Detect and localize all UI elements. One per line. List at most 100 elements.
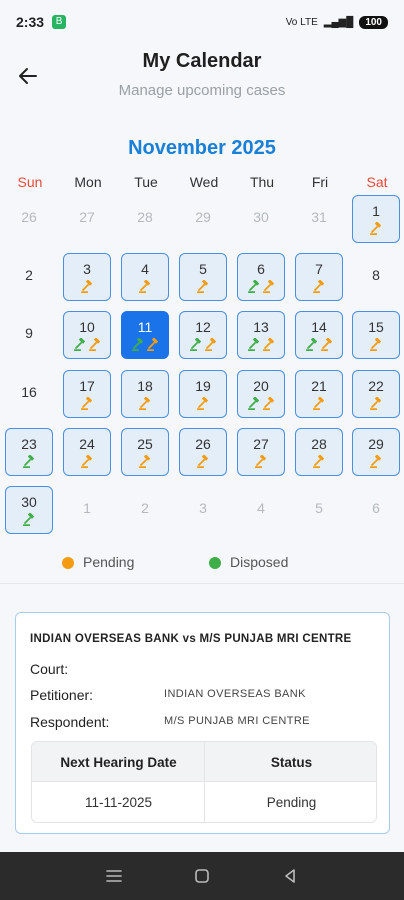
day-number: 17 [79, 378, 95, 394]
court-label: Court: [30, 661, 69, 677]
pending-gavel-icon [262, 338, 274, 351]
calendar-day[interactable]: 15 [352, 311, 400, 359]
event-markers [80, 397, 94, 411]
calendar-day[interactable]: 26 [179, 428, 227, 476]
disposed-gavel-icon [247, 397, 259, 410]
divider [0, 583, 404, 584]
day-number: 1 [372, 203, 380, 219]
calendar-day: 5 [295, 486, 343, 534]
calendar-day[interactable]: 12 [179, 311, 227, 359]
calendar-day: 3 [179, 486, 227, 534]
event-markers [254, 455, 268, 469]
next-hearing-date-header: Next Hearing Date [60, 755, 177, 770]
calendar-day: 26 [5, 195, 53, 243]
calendar-day: 16 [5, 370, 53, 418]
calendar-day: 4 [237, 486, 285, 534]
calendar-day[interactable]: 25 [121, 428, 169, 476]
day-number: 9 [25, 325, 33, 341]
disposed-gavel-icon [247, 338, 259, 351]
day-number: 12 [195, 319, 211, 335]
calendar-day[interactable]: 13 [237, 311, 285, 359]
calendar-day[interactable]: 14 [295, 311, 343, 359]
day-number: 10 [79, 319, 95, 335]
weekday-wed: Wed [189, 174, 219, 190]
status-value: Pending [266, 795, 317, 810]
day-number: 31 [311, 209, 327, 225]
calendar-day: 29 [179, 195, 227, 243]
calendar-day: 2 [5, 253, 53, 301]
day-number: 7 [315, 261, 323, 277]
disposed-gavel-icon [247, 280, 259, 293]
calendar-day[interactable]: 5 [179, 253, 227, 301]
pending-gavel-icon [139, 397, 150, 410]
system-back-button[interactable] [278, 864, 302, 888]
event-markers [80, 455, 94, 469]
day-number: 30 [21, 494, 37, 510]
day-number: 29 [368, 436, 384, 452]
case-card[interactable]: INDIAN OVERSEAS BANK vs M/S PUNJAB MRI C… [15, 612, 390, 834]
day-number: 1 [83, 500, 91, 516]
calendar-day[interactable]: 23 [5, 428, 53, 476]
hearing-table: Next Hearing Date Status 11-11-2025 Pend… [31, 741, 377, 823]
pending-gavel-icon [370, 338, 381, 351]
disposed-gavel-icon [23, 513, 34, 526]
calendar-day[interactable]: 24 [63, 428, 111, 476]
home-button[interactable] [190, 864, 214, 888]
weekday-header: Sun Mon Tue Wed Thu Fri Sat [0, 174, 404, 194]
weekday-tue: Tue [134, 174, 158, 190]
pending-gavel-icon [370, 455, 381, 468]
day-number: 26 [195, 436, 211, 452]
petitioner-value: INDIAN OVERSEAS BANK [164, 688, 306, 700]
pending-gavel-icon [370, 222, 381, 235]
month-title[interactable]: November 2025 [0, 137, 404, 160]
calendar-day[interactable]: 21 [295, 370, 343, 418]
legend: Pending Disposed [0, 553, 404, 573]
event-markers [196, 397, 210, 411]
calendar-day[interactable]: 18 [121, 370, 169, 418]
calendar-day[interactable]: 1 [352, 195, 400, 243]
calendar-day[interactable]: 22 [352, 370, 400, 418]
calendar-day[interactable]: 3 [63, 253, 111, 301]
status-header: Status [270, 755, 313, 770]
weekday-sun: Sun [17, 174, 43, 190]
weekday-mon: Mon [74, 174, 102, 190]
day-number: 29 [195, 209, 211, 225]
day-number: 3 [199, 500, 207, 516]
pending-dot-icon [62, 557, 74, 569]
battery-icon: 100 [359, 15, 388, 29]
calendar-day[interactable]: 10 [63, 311, 111, 359]
calendar-day[interactable]: 7 [295, 253, 343, 301]
page-title: My Calendar [142, 50, 262, 72]
calendar-day[interactable]: 4 [121, 253, 169, 301]
disposed-gavel-icon [73, 338, 85, 351]
calendar-day[interactable]: 28 [295, 428, 343, 476]
day-number: 30 [253, 209, 269, 225]
disposed-gavel-icon [305, 338, 317, 351]
disposed-gavel-icon [131, 338, 143, 351]
event-markers [247, 280, 276, 294]
calendar-day[interactable]: 11 [121, 311, 169, 359]
calendar-day[interactable]: 17 [63, 370, 111, 418]
recent-apps-button[interactable] [102, 864, 126, 888]
table-divider [204, 742, 205, 822]
event-markers [73, 338, 102, 352]
day-number: 6 [372, 500, 380, 516]
pending-gavel-icon [204, 338, 216, 351]
event-markers [138, 455, 152, 469]
day-number: 28 [311, 436, 327, 452]
day-number: 27 [79, 209, 95, 225]
day-number: 23 [21, 436, 37, 452]
calendar-day[interactable]: 19 [179, 370, 227, 418]
page-subtitle: Manage upcoming cases [118, 82, 286, 99]
calendar-day[interactable]: 6 [237, 253, 285, 301]
calendar-day[interactable]: 30 [5, 486, 53, 534]
pending-gavel-icon [139, 455, 150, 468]
case-title: INDIAN OVERSEAS BANK vs M/S PUNJAB MRI C… [30, 633, 352, 645]
legend-disposed-label: Disposed [230, 554, 289, 570]
calendar-day[interactable]: 27 [237, 428, 285, 476]
event-markers [189, 338, 218, 352]
event-markers [369, 222, 383, 236]
calendar-day[interactable]: 20 [237, 370, 285, 418]
event-markers [305, 338, 334, 352]
calendar-day[interactable]: 29 [352, 428, 400, 476]
